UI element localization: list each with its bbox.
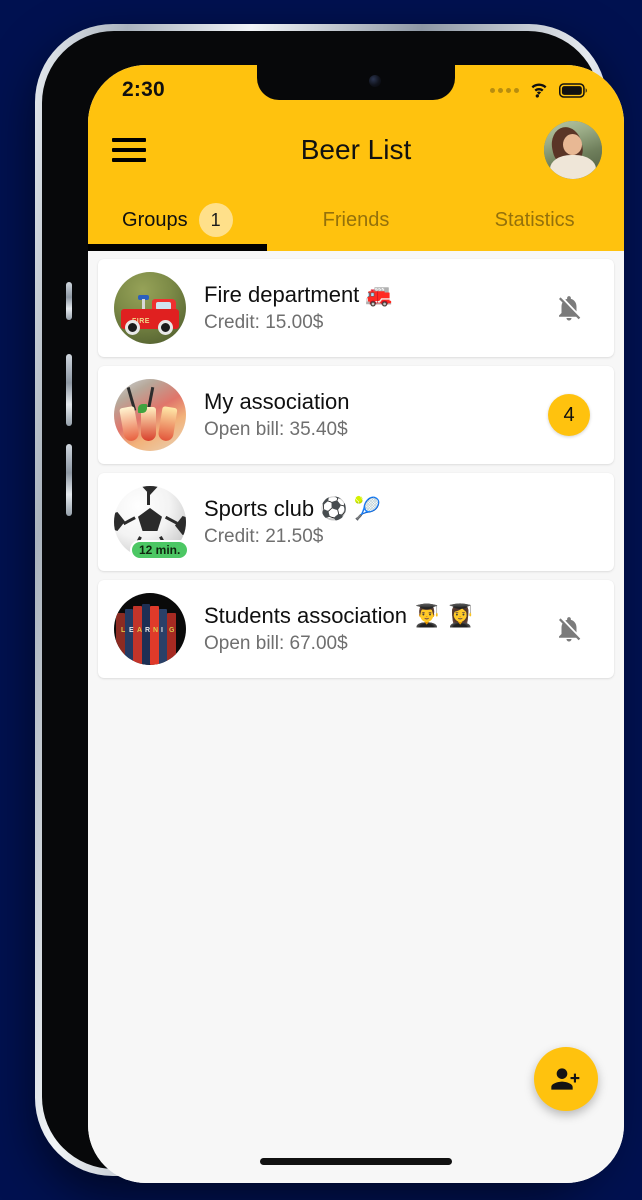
list-item[interactable]: FIRE Fire department 🚒 Credit: 15.00$ [98,259,614,357]
list-item-text: Sports club ⚽ 🎾 Credit: 21.50$ [204,495,546,550]
signal-dots-icon [490,87,519,93]
list-item[interactable]: 12 min. Sports club ⚽ 🎾 Credit: 21.50$ [98,473,614,571]
list-item-trailing [546,614,592,644]
group-name: Sports club ⚽ 🎾 [204,495,382,521]
tab-friends[interactable]: Friends [267,189,446,251]
title-bar: Beer List [88,111,624,189]
list-item-trailing: 4 [546,394,592,436]
group-name: Students association 👨‍🎓 👩‍🎓 [204,602,475,628]
groups-list: FIRE Fire department 🚒 Credit: 15.00$ My… [88,251,624,1183]
list-item-trailing [546,293,592,323]
tab-friends-label: Friends [322,208,390,231]
group-balance: Credit: 15.00$ [204,311,324,333]
silent-switch[interactable] [66,282,72,320]
tab-groups-badge: 1 [198,203,233,237]
last-activity-badge: 12 min. [130,540,190,560]
unread-count-badge[interactable]: 4 [548,394,590,436]
notifications-off-icon[interactable] [554,614,584,644]
group-balance: Open bill: 67.00$ [204,632,348,654]
group-balance: Credit: 21.50$ [204,525,324,547]
fire-truck-avatar: FIRE [114,272,186,344]
phone-frame: 2:30 Beer List Groups 1 Friends Statisti… [35,24,624,1183]
home-indicator[interactable] [260,1157,452,1165]
tab-groups[interactable]: Groups 1 [88,189,267,251]
battery-full-icon [559,82,587,98]
books-avatar: L E A R N I G [114,593,186,665]
tab-active-indicator [88,244,267,251]
soccer-ball-avatar: 12 min. [114,486,190,560]
front-camera-icon [369,74,381,87]
wifi-icon [531,83,547,98]
status-indicators [490,82,588,98]
list-item[interactable]: L E A R N I G Students association 👨‍🎓 👩… [98,580,614,678]
home-indicator-area [88,1139,624,1183]
add-group-button[interactable] [534,1047,598,1111]
group-balance: Open bill: 35.40$ [204,418,348,440]
cocktails-avatar [114,379,186,451]
volume-down-button[interactable] [66,444,72,516]
list-item-text: Fire department 🚒 Credit: 15.00$ [204,281,546,336]
tab-statistics[interactable]: Statistics [445,189,624,251]
list-item[interactable]: My association Open bill: 35.40$ 4 [98,366,614,464]
person-add-icon [551,1068,580,1090]
profile-avatar[interactable] [544,121,602,179]
notifications-off-icon[interactable] [554,293,584,323]
group-name: My association [204,388,350,414]
tab-statistics-label: Statistics [494,208,575,231]
tab-groups-label: Groups [122,208,188,231]
phone-screen: 2:30 Beer List Groups 1 Friends Statisti… [88,65,624,1183]
volume-up-button[interactable] [66,354,72,426]
hamburger-menu-icon[interactable] [112,138,146,162]
status-time: 2:30 [122,78,165,101]
tab-bar: Groups 1 Friends Statistics [88,189,624,251]
list-item-text: Students association 👨‍🎓 👩‍🎓 Open bill: … [204,602,546,657]
list-item-text: My association Open bill: 35.40$ [204,388,546,443]
group-name: Fire department 🚒 [204,281,393,307]
display-notch [257,65,455,100]
